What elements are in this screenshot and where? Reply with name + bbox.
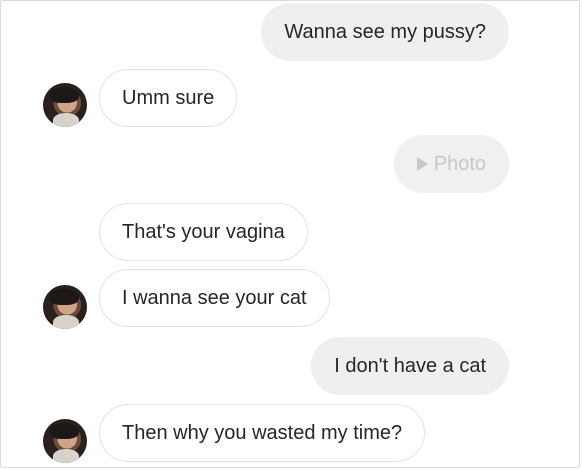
message-text: Umm sure: [122, 86, 215, 109]
message-text: I don't have a cat: [334, 354, 486, 377]
avatar[interactable]: [43, 419, 87, 463]
message-bubble-incoming[interactable]: Umm sure: [99, 69, 238, 127]
message-text: Then why you wasted my time?: [122, 421, 403, 444]
photo-message-bubble[interactable]: Photo: [393, 135, 509, 193]
message-bubble-outgoing[interactable]: I don't have a cat: [311, 337, 509, 395]
photo-label: Photo: [433, 152, 486, 175]
avatar[interactable]: [43, 83, 87, 127]
message-bubble-incoming[interactable]: Then why you wasted my time?: [99, 404, 426, 462]
play-icon: [416, 157, 428, 171]
avatar[interactable]: [43, 285, 87, 329]
message-text: I wanna see your cat: [122, 286, 307, 309]
message-bubble-incoming[interactable]: I wanna see your cat: [99, 269, 330, 327]
message-text: Wanna see my pussy?: [284, 20, 486, 43]
message-bubble-outgoing[interactable]: Wanna see my pussy?: [261, 3, 509, 61]
chat-thread: Wanna see my pussy? Umm sure Photo That'…: [0, 0, 580, 468]
message-text: That's your vagina: [122, 220, 285, 243]
message-bubble-incoming[interactable]: That's your vagina: [99, 203, 308, 261]
